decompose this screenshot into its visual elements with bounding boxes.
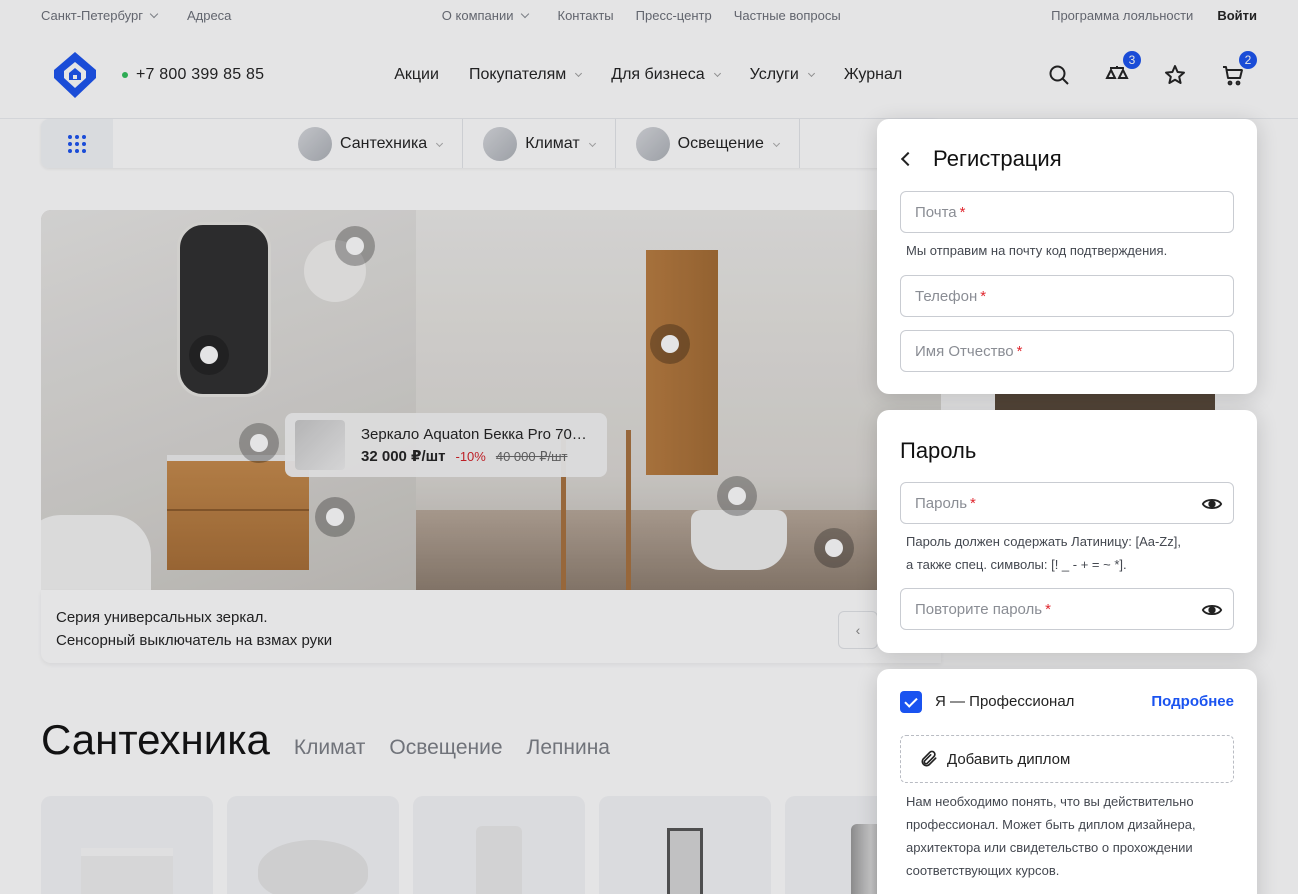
eye-icon[interactable] [1201, 599, 1223, 621]
professional-panel: Я — Профессионал Подробнее Добавить дипл… [877, 669, 1257, 894]
paperclip-icon [921, 750, 937, 767]
add-diploma-label: Добавить диплом [947, 750, 1071, 768]
add-diploma-button[interactable]: Добавить диплом [900, 735, 1234, 783]
password-title: Пароль [900, 438, 977, 463]
password-placeholder: Пароль [915, 494, 968, 512]
phone-field[interactable]: Телефон * [900, 275, 1234, 317]
required-mark: * [1016, 342, 1023, 360]
required-mark: * [980, 287, 987, 305]
password-panel: Пароль Пароль * Пароль должен содержать Л… [877, 410, 1257, 653]
name-field[interactable]: Имя Отчество * [900, 330, 1234, 372]
required-mark: * [959, 203, 966, 221]
registration-header: Регистрация [900, 146, 1062, 172]
registration-panel: Регистрация Почта * Мы отправим на почту … [877, 119, 1257, 394]
email-hint: Мы отправим на почту код подтверждения. [906, 243, 1168, 258]
repeat-password-placeholder: Повторите пароль [915, 600, 1043, 618]
password-hint-line: а также спец. символы: [! _ - + = ~ *]. [906, 557, 1127, 572]
password-hint: Пароль должен содержать Латиницу: [Aa-Zz… [906, 530, 1181, 576]
required-mark: * [1045, 600, 1051, 618]
professional-checkbox[interactable] [900, 691, 922, 713]
password-hint-line: Пароль должен содержать Латиницу: [Aa-Zz… [906, 534, 1181, 549]
eye-icon[interactable] [1201, 493, 1223, 515]
phone-placeholder: Телефон [915, 287, 978, 305]
registration-title: Регистрация [933, 146, 1062, 171]
more-info-link[interactable]: Подробнее [1151, 693, 1234, 710]
email-field[interactable]: Почта * [900, 191, 1234, 233]
required-mark: * [970, 494, 976, 512]
professional-label[interactable]: Я — Профессионал [935, 693, 1074, 710]
repeat-password-field[interactable]: Повторите пароль * [900, 588, 1234, 630]
back-arrow-icon[interactable] [900, 151, 916, 167]
professional-hint: Нам необходимо понять, что вы действител… [906, 794, 1196, 878]
name-placeholder: Имя Отчество [915, 342, 1014, 360]
password-field[interactable]: Пароль * [900, 482, 1234, 524]
email-placeholder: Почта [915, 203, 957, 221]
